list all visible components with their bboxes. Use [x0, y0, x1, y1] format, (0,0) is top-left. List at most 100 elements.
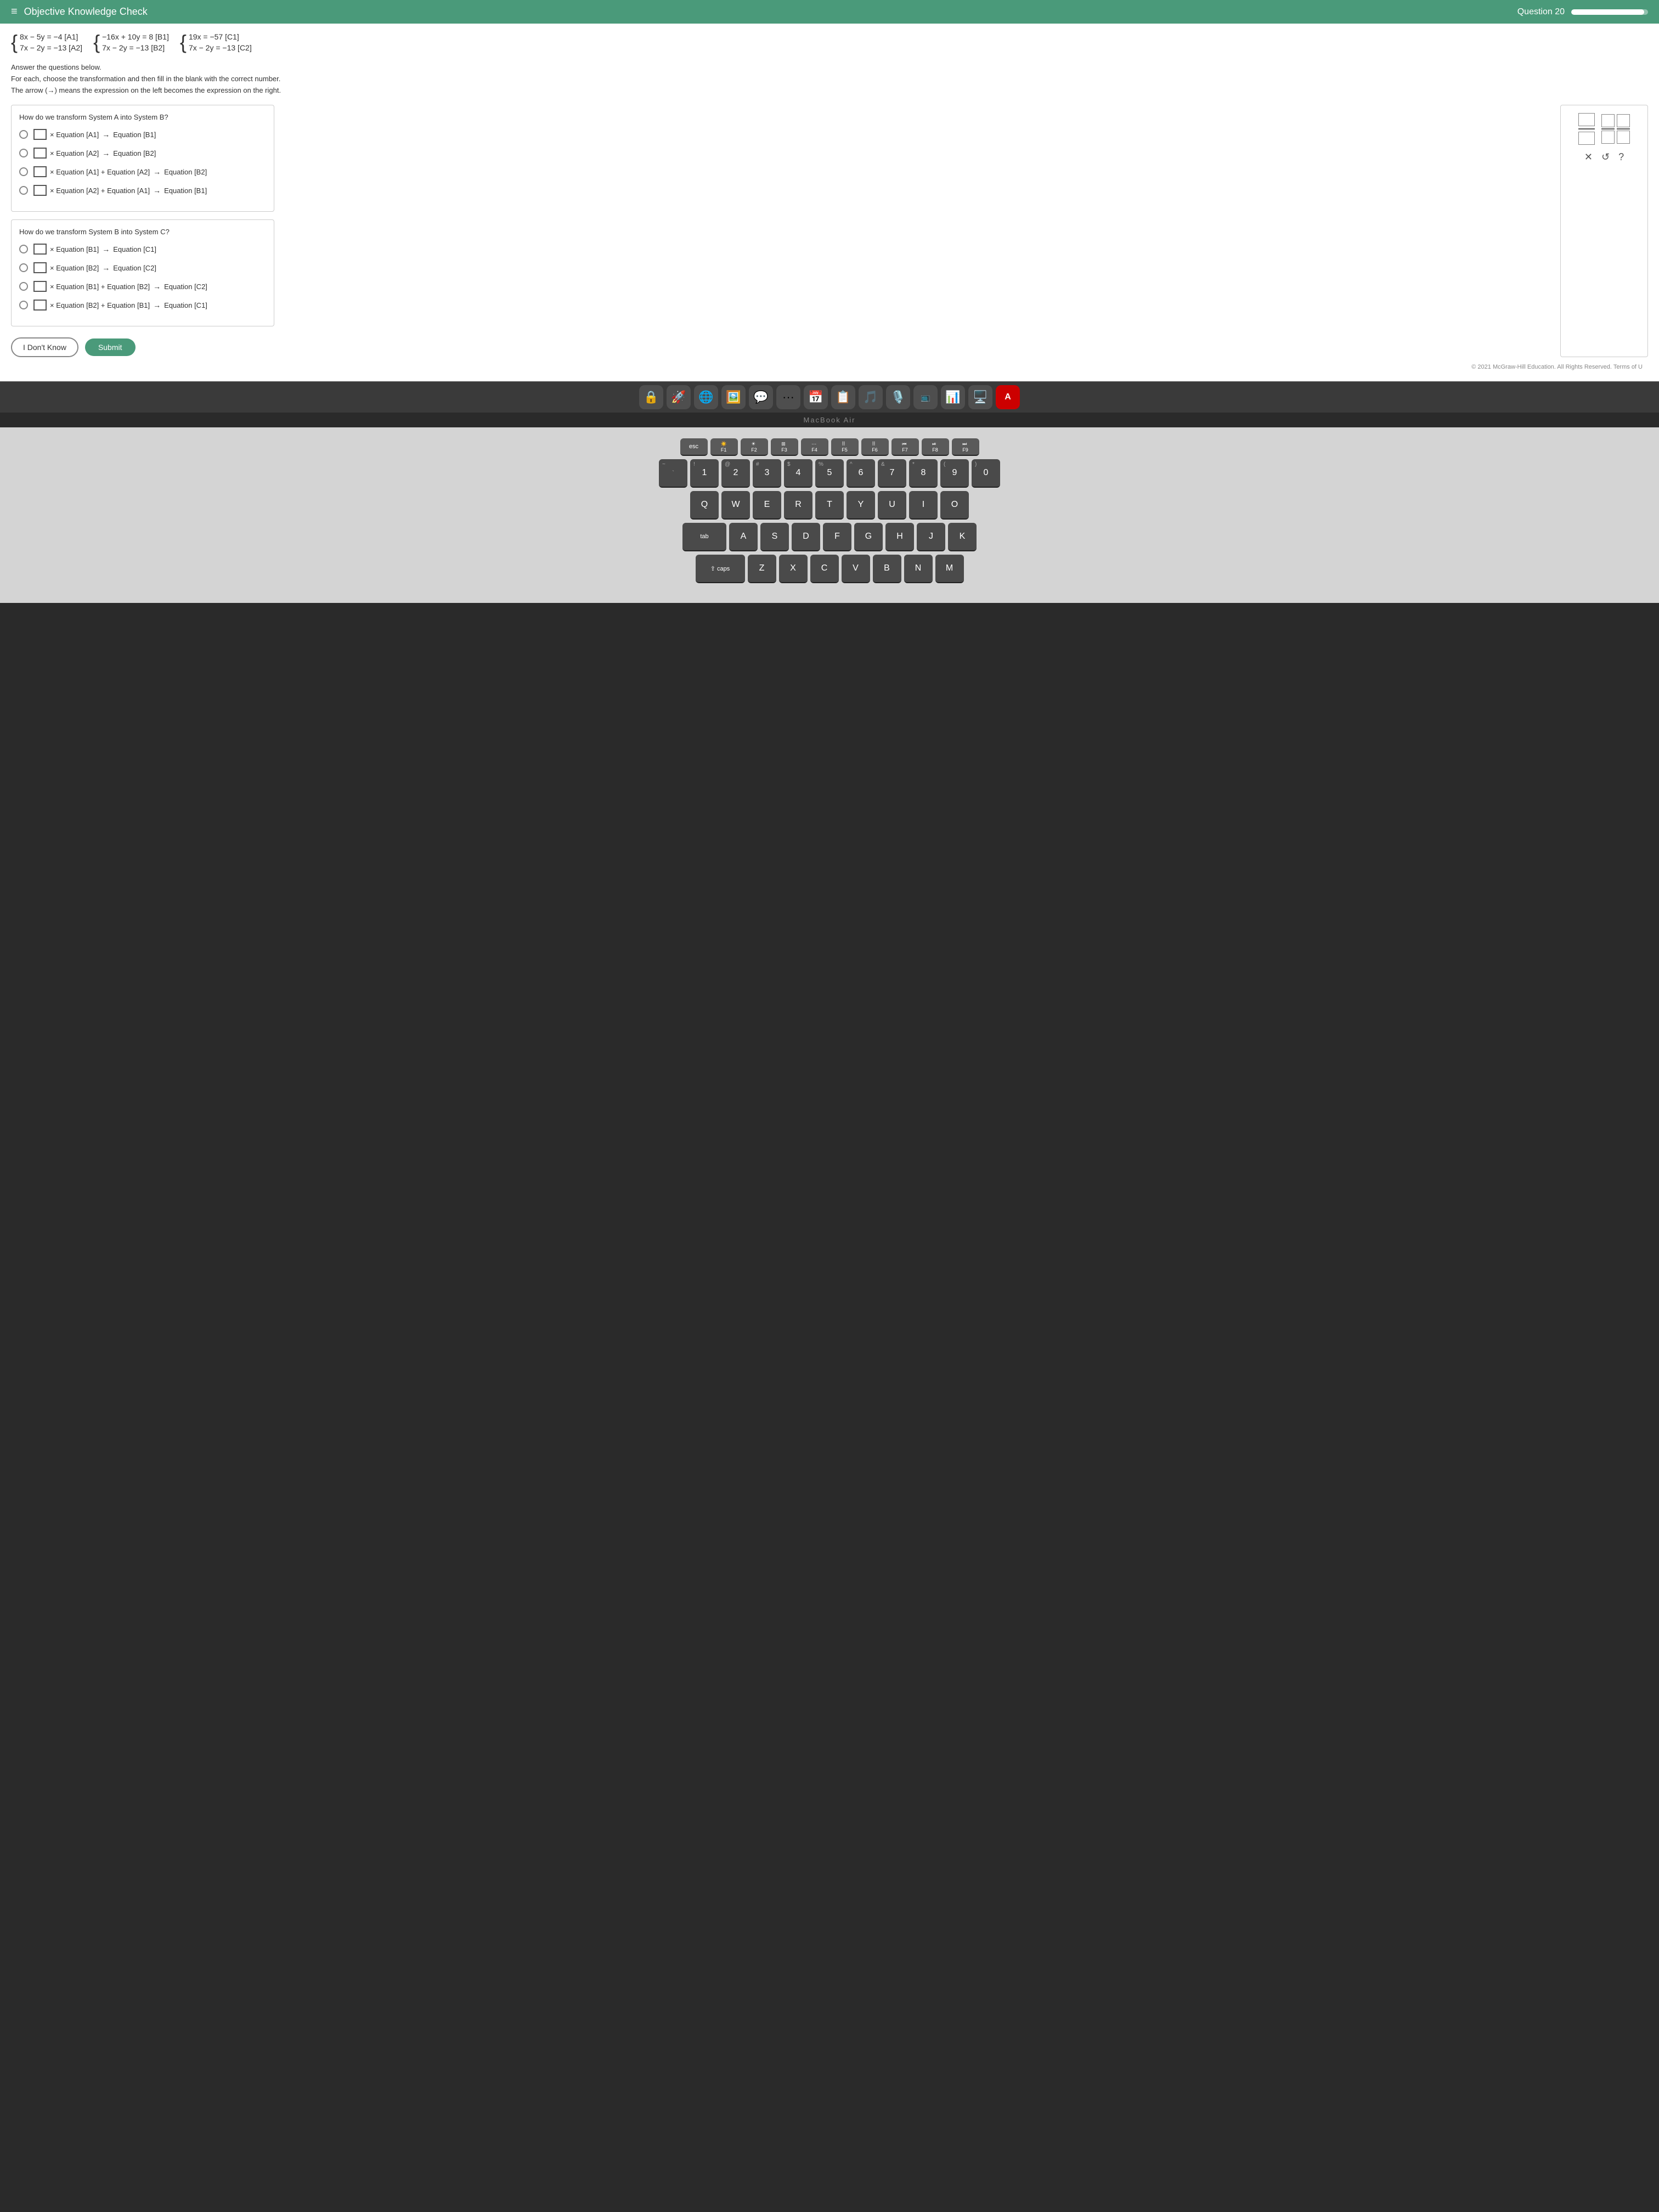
key-f8[interactable]: ⏯F8 [922, 438, 949, 456]
key-e[interactable]: E [753, 491, 781, 520]
q1-option2[interactable]: × Equation [A2] → Equation [B2] [19, 148, 266, 159]
key-f7[interactable]: ⏮F7 [891, 438, 919, 456]
key-f1[interactable]: ☀️F1 [710, 438, 738, 456]
dock-item-safari[interactable]: 🌐 [694, 385, 718, 409]
key-n[interactable]: N [904, 555, 933, 583]
dock-item-more[interactable]: ··· [776, 385, 800, 409]
frac2-bot-left[interactable] [1601, 131, 1615, 144]
key-r[interactable]: R [784, 491, 812, 520]
dock-item-music[interactable]: 🎵 [859, 385, 883, 409]
key-tab[interactable]: tab [682, 523, 726, 551]
key-f5[interactable]: ⠿F5 [831, 438, 859, 456]
submit-button[interactable]: Submit [85, 338, 136, 356]
q2-option2[interactable]: × Equation [B2] → Equation [C2] [19, 262, 266, 273]
key-f[interactable]: F [823, 523, 851, 551]
key-a[interactable]: A [729, 523, 758, 551]
help-button[interactable]: ? [1618, 151, 1624, 163]
fraction-denominator[interactable] [1578, 132, 1595, 145]
q1-blank4[interactable] [33, 185, 47, 196]
key-y[interactable]: Y [847, 491, 875, 520]
key-q[interactable]: Q [690, 491, 719, 520]
fraction-numerator[interactable] [1578, 113, 1595, 126]
q1-option1[interactable]: × Equation [A1] → Equation [B1] [19, 129, 266, 140]
dock-item-photos[interactable]: 🖼️ [721, 385, 746, 409]
key-f6[interactable]: ⠿F6 [861, 438, 889, 456]
key-f9[interactable]: ⏭F9 [952, 438, 979, 456]
key-f3[interactable]: ⊞F3 [771, 438, 798, 456]
key-1[interactable]: ! 1 [690, 459, 719, 488]
key-o[interactable]: O [940, 491, 969, 520]
key-tilde[interactable]: ~ ` [659, 459, 687, 488]
dock-item-notes[interactable]: 📋 [831, 385, 855, 409]
key-6[interactable]: ^ 6 [847, 459, 875, 488]
key-8[interactable]: * 8 [909, 459, 938, 488]
key-3[interactable]: # 3 [753, 459, 781, 488]
q2-radio2[interactable] [19, 263, 28, 272]
dont-know-button[interactable]: I Don't Know [11, 337, 78, 357]
key-0[interactable]: ) 0 [972, 459, 1000, 488]
q1-option3[interactable]: × Equation [A1] + Equation [A2] → Equati… [19, 166, 266, 177]
dock-item-tv[interactable]: 📺 [913, 385, 938, 409]
key-f2[interactable]: ☀F2 [741, 438, 768, 456]
key-c[interactable]: C [810, 555, 839, 583]
key-f4[interactable]: ⋯F4 [801, 438, 828, 456]
q2-option1[interactable]: × Equation [B1] → Equation [C1] [19, 244, 266, 255]
dock-item-calendar[interactable]: 📅 [804, 385, 828, 409]
q1-blank2[interactable] [33, 148, 47, 159]
q1-radio2[interactable] [19, 149, 28, 157]
key-v[interactable]: V [842, 555, 870, 583]
clear-button[interactable]: ✕ [1584, 151, 1593, 163]
q1-radio3[interactable] [19, 167, 28, 176]
dock-item-podcast[interactable]: 🎙️ [886, 385, 910, 409]
key-h[interactable]: H [885, 523, 914, 551]
q2-blank2[interactable] [33, 262, 47, 273]
key-g[interactable]: G [854, 523, 883, 551]
key-k[interactable]: K [948, 523, 977, 551]
key-7[interactable]: & 7 [878, 459, 906, 488]
dock-item-stocks[interactable]: 📊 [941, 385, 965, 409]
q2-option4[interactable]: × Equation [B2] + Equation [B1] → Equati… [19, 300, 266, 311]
frac2-top-left[interactable] [1601, 114, 1615, 127]
key-w[interactable]: W [721, 491, 750, 520]
key-i[interactable]: I [909, 491, 938, 520]
key-x[interactable]: X [779, 555, 808, 583]
key-u[interactable]: U [878, 491, 906, 520]
q2-radio1[interactable] [19, 245, 28, 253]
hamburger-icon[interactable]: ≡ [11, 5, 18, 18]
key-s[interactable]: S [760, 523, 789, 551]
frac2-bot-right[interactable] [1617, 131, 1630, 144]
dock-area: 🔒 🚀 🌐 🖼️ 💬 ··· 📅 📋 🎵 🎙️ 📺 📊 🖥️ A [0, 381, 1659, 413]
dock-item-lock[interactable]: 🔒 [639, 385, 663, 409]
key-esc[interactable]: esc [680, 438, 708, 456]
key-4[interactable]: $ 4 [784, 459, 812, 488]
q1-radio4[interactable] [19, 186, 28, 195]
q2-radio3[interactable] [19, 282, 28, 291]
dock-item-messages[interactable]: 💬 [749, 385, 773, 409]
key-5[interactable]: % 5 [815, 459, 844, 488]
key-m[interactable]: M [935, 555, 964, 583]
key-j[interactable]: J [917, 523, 945, 551]
q2-blank3[interactable] [33, 281, 47, 292]
dock-item-finder[interactable]: 🖥️ [968, 385, 992, 409]
key-b[interactable]: B [873, 555, 901, 583]
q1-radio1[interactable] [19, 130, 28, 139]
q2-option3[interactable]: × Equation [B1] + Equation [B2] → Equati… [19, 281, 266, 292]
instructions: Answer the questions below. For each, ch… [11, 62, 1648, 96]
q2-radio4[interactable] [19, 301, 28, 309]
frac2-top-right[interactable] [1617, 114, 1630, 127]
q1-blank1[interactable] [33, 129, 47, 140]
key-t[interactable]: T [815, 491, 844, 520]
q1-blank3[interactable] [33, 166, 47, 177]
dock-item-app[interactable]: A [996, 385, 1020, 409]
dock-item-rocket[interactable]: 🚀 [667, 385, 691, 409]
q2-blank1[interactable] [33, 244, 47, 255]
q2-blank4[interactable] [33, 300, 47, 311]
undo-button[interactable]: ↺ [1601, 151, 1610, 163]
system-c: { 19x = −57 [C1] 7x − 2y = −13 [C2] [180, 32, 252, 52]
key-9[interactable]: ( 9 [940, 459, 969, 488]
key-z[interactable]: Z [748, 555, 776, 583]
key-2[interactable]: @ 2 [721, 459, 750, 488]
key-capslock[interactable]: ⇪ caps [696, 555, 745, 583]
key-d[interactable]: D [792, 523, 820, 551]
q1-option4[interactable]: × Equation [A2] + Equation [A1] → Equati… [19, 185, 266, 196]
